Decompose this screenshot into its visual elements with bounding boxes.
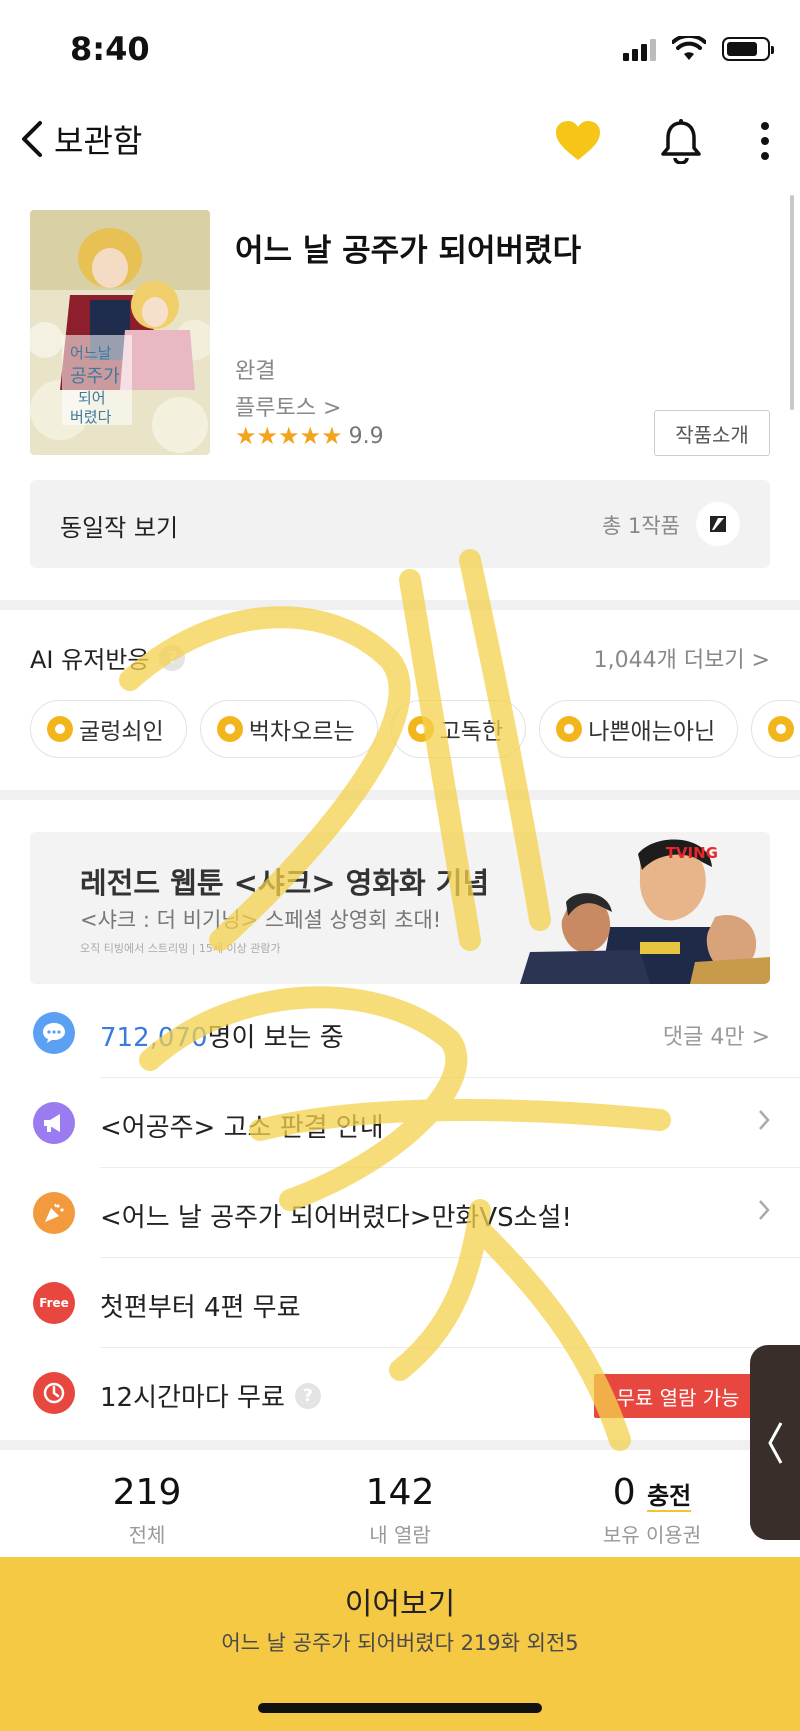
help-icon[interactable]: ? bbox=[294, 1382, 321, 1409]
event-text: <어느 날 공주가 되어버렸다>만화VS소설! bbox=[100, 1203, 572, 1233]
reaction-chip[interactable]: 고독한 bbox=[390, 700, 527, 758]
info-list: 712,070명이 보는 중 댓글 4만 > <어공주> 고소 판결 안내 <어… bbox=[0, 988, 800, 1438]
banner-title: 레전드 웹툰 <샤크> 영화화 기념 bbox=[80, 866, 490, 900]
chevron-left-icon bbox=[768, 1421, 783, 1464]
reaction-chip[interactable]: 나쁜애는아닌 bbox=[539, 700, 739, 758]
side-panel-handle[interactable] bbox=[750, 1345, 800, 1540]
viewers-row[interactable]: 712,070명이 보는 중 댓글 4만 > bbox=[0, 988, 800, 1078]
work-intro-button[interactable]: 작품소개 bbox=[654, 410, 770, 456]
cellular-signal-icon bbox=[623, 37, 656, 61]
coin-icon bbox=[407, 716, 434, 742]
continue-reading-episode: 어느 날 공주가 되어버렸다 219화 외전5 bbox=[221, 1631, 579, 1655]
viewers-label: 명이 보는 중 bbox=[207, 1023, 344, 1053]
banner-illustration bbox=[520, 839, 770, 984]
chevron-right-icon bbox=[758, 1199, 770, 1227]
heart-icon[interactable] bbox=[554, 120, 602, 162]
coin-icon bbox=[556, 716, 583, 742]
same-works-row[interactable]: 동일작 보기 총 1작품 bbox=[30, 480, 770, 568]
more-options-icon[interactable] bbox=[760, 121, 770, 161]
book-header: 어느날 공주가 되어 버렸다 어느 날 공주가 되어버렸다 완결 플루토스 > … bbox=[30, 210, 770, 456]
section-divider bbox=[0, 1440, 800, 1450]
same-works-icon bbox=[696, 502, 740, 546]
continue-reading-title: 이어보기 bbox=[344, 1587, 456, 1622]
svg-text:공주가: 공주가 bbox=[70, 366, 120, 387]
clock-icon bbox=[33, 1372, 75, 1414]
coin-icon bbox=[47, 716, 73, 742]
home-indicator bbox=[258, 1703, 542, 1713]
same-works-label: 동일작 보기 bbox=[60, 514, 179, 542]
episode-counts: 219 전체 142 내 열람 0 충전 보유 이용권 bbox=[0, 1452, 800, 1557]
charge-button[interactable]: 충전 bbox=[647, 1482, 692, 1512]
help-icon[interactable]: ? bbox=[159, 644, 186, 671]
wait-free-text: 12시간마다 무료 bbox=[100, 1383, 285, 1413]
owned-tickets: 0 충전 보유 이용권 bbox=[602, 1472, 702, 1547]
viewers-count: 712,070 bbox=[100, 1023, 208, 1053]
clock: 8:40 bbox=[70, 30, 150, 68]
free-available-badge: 무료 열람 가능 bbox=[594, 1374, 762, 1418]
author-link[interactable]: 플루토스 > bbox=[235, 390, 341, 422]
battery-icon bbox=[722, 37, 774, 61]
status-icons bbox=[623, 36, 774, 62]
bell-icon[interactable] bbox=[660, 118, 702, 164]
free-icon: Free bbox=[33, 1282, 75, 1324]
promo-banner[interactable]: 레전드 웹툰 <샤크> 영화화 기념 <샤크 : 더 비기닝> 스페셜 상영회 … bbox=[30, 832, 770, 984]
chat-bubble-icon bbox=[33, 1012, 75, 1054]
nav-bar: 보관함 bbox=[0, 100, 800, 180]
reaction-chip[interactable]: 굴렁쇠인 bbox=[30, 700, 187, 758]
chevron-left-icon bbox=[22, 121, 42, 157]
party-popper-icon bbox=[33, 1192, 75, 1234]
event-row[interactable]: <어느 날 공주가 되어버렸다>만화VS소설! bbox=[0, 1168, 800, 1258]
back-button[interactable]: 보관함 bbox=[18, 116, 142, 162]
star-rating-icon: ★★★★★ bbox=[235, 422, 343, 450]
continue-reading-button[interactable]: 이어보기 어느 날 공주가 되어버렸다 219화 외전5 bbox=[0, 1557, 800, 1731]
read-episodes[interactable]: 142 내 열람 bbox=[280, 1472, 520, 1548]
wifi-icon bbox=[672, 36, 706, 60]
free-episodes-row[interactable]: Free 첫편부터 4편 무료 bbox=[0, 1258, 800, 1348]
status-bar: 8:40 bbox=[0, 0, 800, 100]
ai-reactions-header: AI 유저반응 ? 1,044개 더보기 > bbox=[30, 640, 770, 680]
megaphone-icon bbox=[33, 1102, 75, 1144]
svg-text:되어: 되어 bbox=[78, 389, 106, 407]
free-episodes-text: 첫편부터 4편 무료 bbox=[100, 1293, 301, 1323]
section-divider bbox=[0, 790, 800, 800]
same-works-count: 총 1작품 bbox=[602, 514, 680, 538]
rating: ★★★★★ 9.9 bbox=[235, 422, 384, 450]
ai-reactions-more-link[interactable]: 1,044개 더보기 > bbox=[594, 642, 770, 674]
rating-value: 9.9 bbox=[348, 423, 384, 449]
reaction-chip-partial[interactable] bbox=[751, 700, 800, 758]
banner-subtitle: <샤크 : 더 비기닝> 스페셜 상영회 초대! bbox=[80, 908, 442, 932]
notice-row[interactable]: <어공주> 고소 판결 안내 bbox=[0, 1078, 800, 1168]
coin-icon bbox=[768, 716, 795, 742]
chevron-right-icon bbox=[758, 1109, 770, 1137]
wait-free-row[interactable]: 12시간마다 무료 ? 무료 열람 가능 bbox=[0, 1348, 800, 1438]
back-label: 보관함 bbox=[54, 122, 143, 160]
free-icon-label: Free bbox=[39, 1296, 69, 1310]
book-cover[interactable]: 어느날 공주가 되어 버렸다 bbox=[30, 210, 210, 455]
total-episodes[interactable]: 219 전체 bbox=[27, 1472, 267, 1548]
section-divider bbox=[0, 600, 800, 610]
tving-logo: TVING bbox=[665, 844, 718, 862]
svg-text:어느날: 어느날 bbox=[70, 344, 112, 362]
coin-icon bbox=[216, 716, 243, 742]
scroll-indicator[interactable] bbox=[790, 195, 794, 410]
ai-reactions-title: AI 유저반응 bbox=[30, 646, 150, 674]
banner-note: 오직 티빙에서 스트리밍 | 15세 이상 관람가 bbox=[80, 942, 281, 955]
book-title: 어느 날 공주가 되어버렸다 bbox=[235, 233, 582, 269]
tickets-count: 0 bbox=[612, 1472, 636, 1513]
notice-text: <어공주> 고소 판결 안내 bbox=[100, 1113, 384, 1143]
completion-status: 완결 bbox=[235, 359, 276, 384]
reaction-chips: 굴렁쇠인 벅차오르는 고독한 나쁜애는아닌 bbox=[30, 700, 800, 760]
svg-text:버렸다: 버렸다 bbox=[70, 408, 112, 426]
reaction-chip[interactable]: 벅차오르는 bbox=[199, 700, 378, 758]
comments-link[interactable]: 댓글 4만 > bbox=[663, 1019, 770, 1051]
